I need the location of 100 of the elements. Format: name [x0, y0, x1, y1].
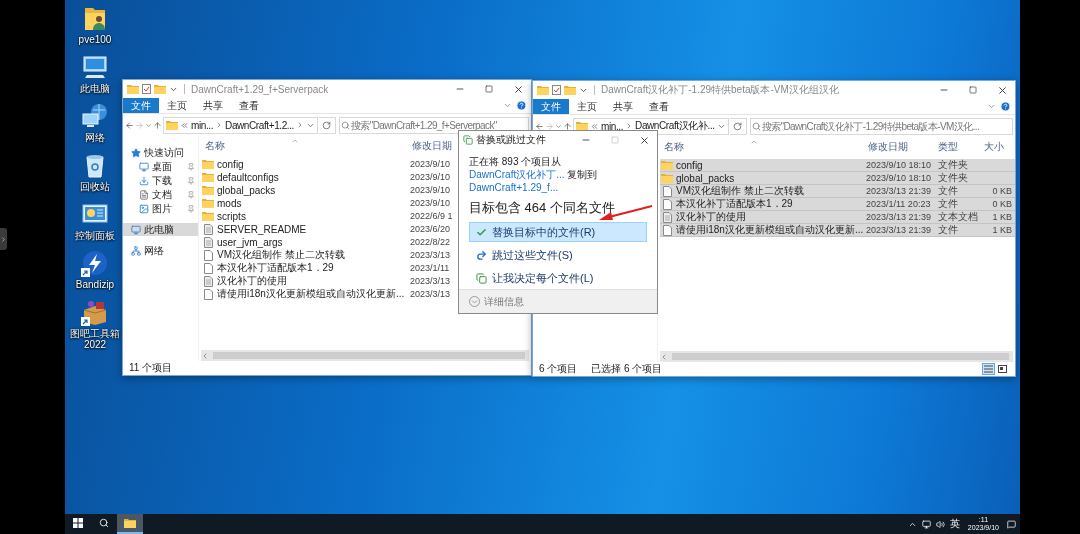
file-name: scripts [216, 210, 247, 222]
folder-link[interactable]: DawnCraft+1.29_f... [469, 182, 559, 193]
file-explorer-button[interactable] [117, 514, 143, 534]
file-name: global_packs [216, 184, 277, 196]
side-panel-toggle[interactable] [0, 228, 7, 250]
refresh-button[interactable] [319, 116, 336, 134]
ribbon-tab[interactable]: 查看 [231, 98, 267, 113]
option-button[interactable]: 跳过这些文件(S) [469, 245, 647, 265]
option-button[interactable]: 替换目标中的文件(R) [469, 222, 647, 242]
size-cell-text: 1 KB [991, 225, 1013, 235]
breadcrumb[interactable]: DawnCraft+1.2... [225, 119, 294, 131]
file-menu-button[interactable]: 文件 [123, 98, 159, 113]
search-field[interactable]: 搜索"DawnCraft+1.29_f+Serverpack" [339, 116, 529, 134]
date-cell-text: 2023/3/13 [409, 250, 452, 260]
date-cell-text: 2023/3/13 [409, 276, 452, 286]
chevron-right-icon [0, 235, 7, 243]
desktop-icon-label[interactable]: 回收站 [80, 181, 110, 192]
breadcrumb[interactable]: DawnCraft汉化补... [635, 119, 715, 133]
nav-item[interactable]: 下载 [123, 174, 198, 187]
expand-ribbon-icon[interactable] [987, 102, 996, 111]
desktop-icon-label[interactable]: pve100 [78, 34, 112, 45]
monitor-icon [139, 161, 149, 172]
desktop-icon-label[interactable]: 控制面板 [75, 230, 115, 241]
properties-icon[interactable] [552, 85, 561, 95]
ribbon-tab[interactable]: 查看 [641, 99, 677, 114]
option-button[interactable]: 让我决定每个文件(L) [469, 268, 647, 288]
nav-item[interactable]: 桌面 [123, 160, 198, 173]
address-bar[interactable]: min... DawnCraft+1.2... [163, 116, 318, 134]
forward-button[interactable] [135, 120, 144, 130]
computer-icon [81, 53, 109, 81]
file-row[interactable]: 请使用i18n汉化更新模组或自动汉化更新... 2023/3/13 21:39 文件 1 KB [660, 224, 1015, 237]
back-button[interactable] [535, 121, 544, 131]
properties-icon[interactable] [142, 84, 151, 94]
network-button[interactable] [921, 519, 931, 529]
nav-item[interactable]: 网络 [123, 244, 198, 257]
file-row[interactable]: VM汉化组制作 禁止二次转载 2023/3/13 21:39 文件 0 KB [660, 185, 1015, 198]
file-name: VM汉化组制作 禁止二次转载 [675, 184, 805, 198]
volume-button[interactable] [935, 519, 945, 529]
folder-icon [202, 159, 214, 169]
file-icon [662, 185, 672, 197]
folder-icon [564, 85, 576, 95]
desktop-icon-label[interactable]: 图吧工具箱 2022 [66, 328, 124, 350]
up-button[interactable] [563, 121, 572, 131]
file-row[interactable]: 汉化补丁的使用 2023/3/13 21:39 文本文档 1 KB [660, 211, 1015, 224]
nav-item[interactable]: 文档 [123, 188, 198, 201]
up-button[interactable] [153, 120, 162, 130]
forward-button[interactable] [545, 121, 554, 131]
file-row[interactable]: 本汉化补丁适配版本1．29 2023/1/11 20:23 文件 0 KB [660, 198, 1015, 211]
breadcrumb[interactable]: min... [191, 119, 214, 131]
horizontal-scrollbar[interactable] [201, 350, 529, 361]
search-field[interactable]: 搜索"DawnCraft汉化补丁-1.29特供beta版本-VM汉化... [749, 117, 1013, 135]
input-method-button[interactable]: 英 [949, 517, 960, 531]
column-header[interactable]: 修改日期 [408, 139, 456, 153]
copy-message: 正在将 893 个项目从 DawnCraft汉化补丁... 复制到 DawnCraft+1.29_f... [469, 155, 599, 194]
refresh-button[interactable] [729, 117, 747, 135]
desktop-icon-label[interactable]: Bandizip [75, 279, 115, 290]
left-arrow-icon [125, 120, 134, 130]
back-button[interactable] [125, 120, 134, 130]
right-arrow-icon [135, 120, 144, 130]
column-header[interactable]: 大小 [980, 140, 1014, 154]
nav-item[interactable]: 快速访问 [123, 146, 198, 159]
notification-button[interactable] [1007, 519, 1016, 529]
scroll-left-icon[interactable] [201, 351, 209, 360]
file-menu-button[interactable]: 文件 [533, 99, 569, 114]
breadcrumb[interactable]: min... [601, 120, 624, 132]
file-row[interactable]: config 2023/9/10 18:10 文件夹 [660, 159, 1015, 172]
nav-item[interactable]: 此电脑 [123, 223, 198, 236]
date-cell-text: 2023/6/20 [409, 224, 452, 234]
ribbon-tab[interactable]: 共享 [195, 98, 231, 113]
horizontal-scrollbar[interactable] [660, 351, 1013, 362]
help-icon[interactable] [1000, 101, 1011, 112]
thumbnail-view-button[interactable] [996, 363, 1009, 375]
file-name: 汉化补丁的使用 [675, 210, 747, 224]
column-header[interactable]: 修改日期 [864, 140, 934, 154]
desktop-icon-label[interactable]: 此电脑 [80, 83, 110, 94]
date-cell-text: 2023/3/13 21:39 [865, 186, 933, 196]
folder-link[interactable]: DawnCraft汉化补丁... [469, 169, 565, 180]
nav-item[interactable]: 图片 [123, 202, 198, 215]
file-name: 请使用i18n汉化更新模组或自动汉化更新... [216, 287, 406, 301]
column-header[interactable]: 类型 [934, 140, 980, 154]
recent-locations-button[interactable] [555, 122, 562, 130]
details-button[interactable]: 详细信息 [469, 294, 524, 309]
expand-ribbon-icon[interactable] [503, 101, 512, 110]
star-icon [131, 147, 141, 158]
ribbon-tab[interactable]: 共享 [605, 99, 641, 114]
help-icon[interactable] [516, 100, 527, 111]
computer-icon [131, 224, 141, 235]
date-cell-text: 2023/9/10 [409, 198, 452, 208]
refresh-icon [733, 121, 743, 131]
ribbon-tab[interactable]: 主页 [159, 98, 195, 113]
recent-locations-button[interactable] [145, 121, 152, 129]
column-header[interactable]: 名称 [201, 139, 408, 153]
scroll-left-icon[interactable] [660, 352, 668, 361]
column-header[interactable]: 名称 [660, 140, 864, 154]
document-icon [203, 275, 213, 287]
dialog-title: 替换或跳过文件 [476, 133, 546, 147]
desktop-icon-label[interactable]: 网络 [85, 132, 105, 143]
ribbon-tab[interactable]: 主页 [569, 99, 605, 114]
file-row[interactable]: global_packs 2023/9/10 18:10 文件夹 [660, 172, 1015, 185]
type-cell-text: 文件 [937, 223, 959, 237]
